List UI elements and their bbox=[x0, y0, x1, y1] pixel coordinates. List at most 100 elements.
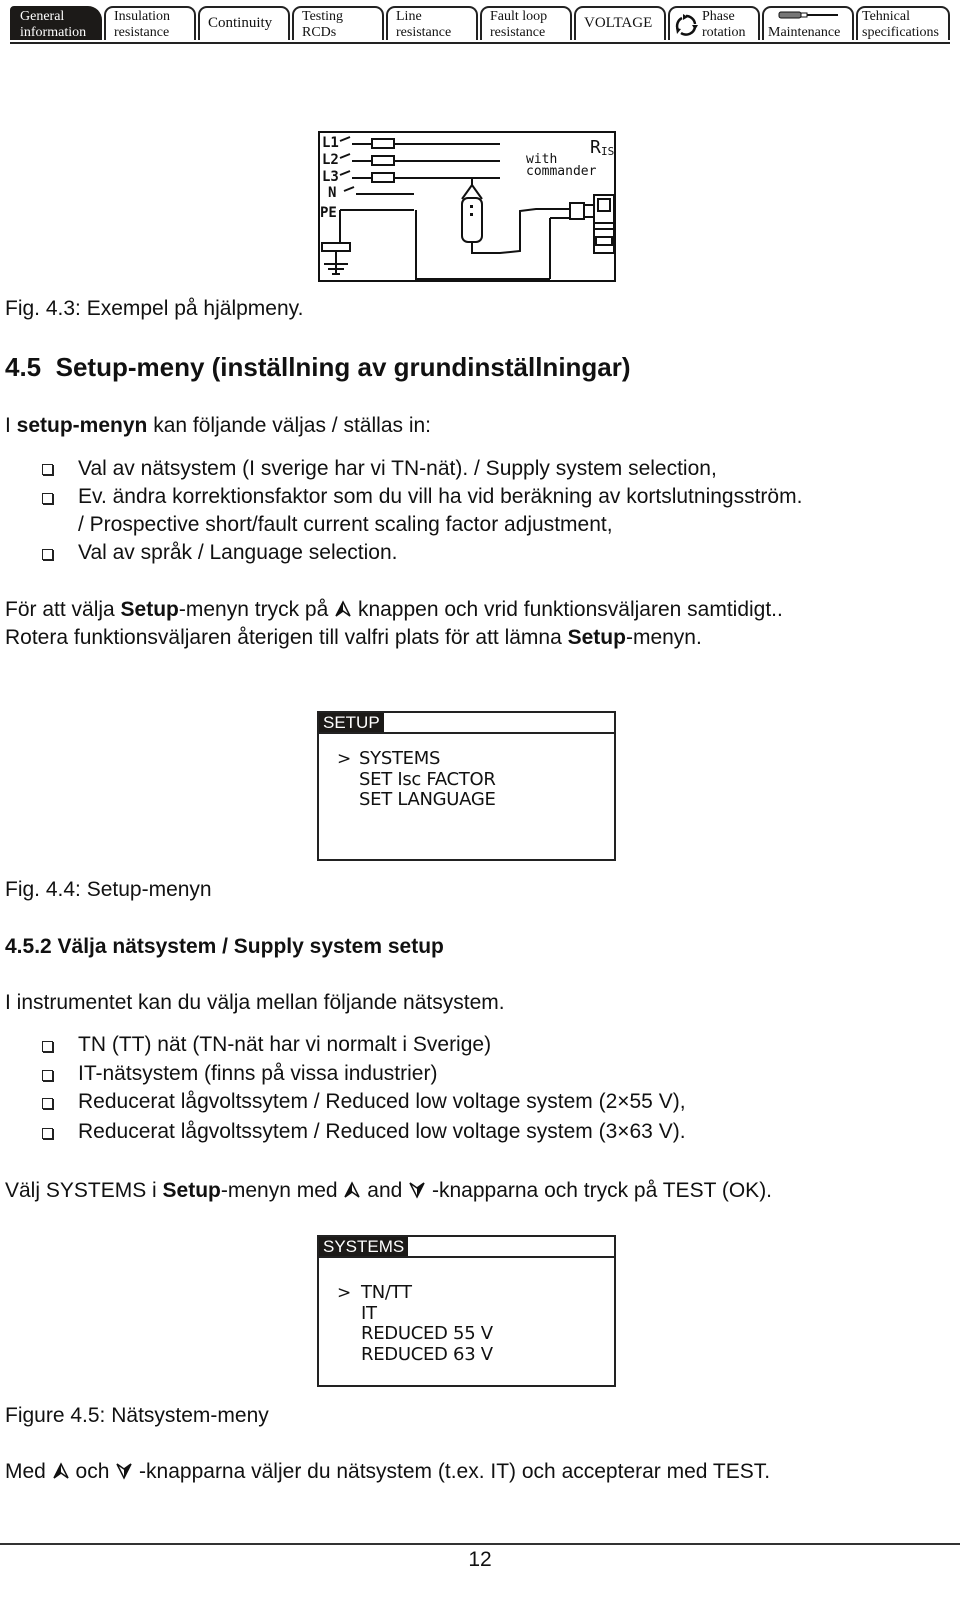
footer-divider bbox=[0, 1543, 960, 1545]
tab-maintenance[interactable]: Maintenance bbox=[762, 6, 854, 40]
figure-4-5-caption: Figure 4.5: Nätsystem-meny bbox=[5, 1404, 269, 1427]
tab-label: resistance bbox=[490, 25, 546, 40]
paragraph-text: För att välja bbox=[5, 598, 121, 621]
intro-text: I bbox=[5, 414, 17, 437]
menu-header: SETUP bbox=[319, 713, 614, 734]
paragraph-bold: Setup bbox=[567, 626, 626, 649]
screwdriver-icon bbox=[778, 11, 838, 19]
tab-testing-rcds[interactable]: Testing RCDs bbox=[292, 6, 384, 40]
label-riso-subscript: ISO bbox=[601, 145, 614, 158]
tab-label: Tehnical bbox=[862, 9, 910, 24]
chapter-tab-bar: General information Insulation resistanc… bbox=[10, 6, 950, 44]
down-arrow-button-icon bbox=[116, 1463, 132, 1480]
up-arrow-button-icon bbox=[344, 1181, 361, 1198]
paragraph-text: -menyn tryck på bbox=[178, 598, 335, 621]
bullet-item: TN (TT) nät (TN-nät har vi normalt i Sve… bbox=[78, 1033, 492, 1056]
tab-label: VOLTAGE bbox=[584, 15, 653, 31]
setup-menu-list: SYSTEMS SET Isc FACTOR SET LANGUAGE bbox=[337, 748, 496, 811]
paragraph-text: -knapparna väljer du nätsystem (t.ex. IT… bbox=[133, 1460, 771, 1483]
tab-label: General bbox=[20, 9, 65, 24]
checkbox-bullet-icon bbox=[42, 1070, 53, 1081]
tab-label: information bbox=[20, 25, 87, 40]
tab-label: RCDs bbox=[302, 25, 337, 40]
menu-item-set-isc-factor[interactable]: SET Isc FACTOR bbox=[337, 769, 496, 791]
bullet-item: IT-nätsystem (finns på vissa industrier) bbox=[78, 1062, 438, 1085]
section-number: 4.5 bbox=[5, 352, 42, 382]
paragraph-text: Med bbox=[5, 1460, 52, 1483]
tab-label: resistance bbox=[396, 25, 452, 40]
paragraph-text: Rotera funktionsväljaren återigen till v… bbox=[5, 626, 568, 649]
section-4-5-heading: 4.5 Setup-meny (inställning av grundinst… bbox=[5, 352, 631, 382]
tab-label: Testing bbox=[302, 9, 344, 24]
tab-voltage[interactable]: VOLTAGE bbox=[574, 6, 666, 40]
bullet-item-continuation: / Prospective short/fault current scalin… bbox=[78, 513, 613, 536]
paragraph-text: knappen och vrid funktionsväljaren samti… bbox=[357, 598, 783, 621]
section-4-5-2-heading: 4.5.2 Välja nätsystem / Supply system se… bbox=[5, 935, 444, 958]
systems-instruction-paragraph: Välj SYSTEMS i Setup-menyn med and -knap… bbox=[5, 1179, 772, 1203]
bullet-item: Ev. ändra korrektionsfaktor som du vill … bbox=[78, 485, 803, 508]
section-4-5-2-intro: I instrumentet kan du välja mellan följa… bbox=[5, 991, 505, 1014]
label-pe: PE bbox=[320, 205, 337, 221]
bullet-item: Reducerat lågvoltssytem / Reduced low vo… bbox=[78, 1120, 686, 1143]
paragraph-text: and bbox=[361, 1179, 409, 1202]
page-number: 12 bbox=[468, 1548, 492, 1571]
phase-rotation-icon bbox=[675, 14, 698, 36]
paragraph-text: -menyn. bbox=[625, 626, 702, 649]
tab-label: resistance bbox=[114, 25, 170, 40]
tab-insulation-resistance[interactable]: Insulation resistance bbox=[104, 6, 196, 40]
down-arrow-button-icon bbox=[409, 1182, 425, 1199]
paragraph-text: Välj SYSTEMS i bbox=[5, 1179, 163, 1202]
checkbox-bullet-icon bbox=[42, 493, 53, 504]
intro-text: kan följande väljas / ställas in: bbox=[147, 414, 432, 437]
tab-label: Continuity bbox=[208, 15, 273, 31]
up-arrow-button-icon bbox=[335, 600, 351, 617]
final-paragraph: Med och -knapparna väljer du nätsystem (… bbox=[5, 1460, 770, 1484]
menu-item-systems[interactable]: SYSTEMS bbox=[337, 748, 496, 770]
section-title: Setup-meny (inställning av grundinställn… bbox=[55, 352, 631, 382]
bullet-item: Val av nätsystem (I sverige har vi TN-nä… bbox=[78, 457, 717, 480]
label-l2: L2 bbox=[322, 152, 339, 168]
section-4-5-intro: I setup-menyn kan följande väljas / stäl… bbox=[5, 414, 431, 438]
up-arrow-button-icon bbox=[53, 1462, 69, 1479]
tab-label: Maintenance bbox=[768, 25, 841, 40]
paragraph-bold: Setup bbox=[120, 598, 179, 621]
paragraph-text: -menyn med bbox=[220, 1179, 344, 1202]
menu-item-reduced-63v[interactable]: REDUCED 63 V bbox=[339, 1344, 493, 1366]
tab-label: Phase bbox=[702, 9, 735, 24]
menu-header: SYSTEMS bbox=[319, 1237, 614, 1258]
bullet-item: Val av språk / Language selection. bbox=[78, 541, 398, 564]
menu-item-reduced-55v[interactable]: REDUCED 55 V bbox=[339, 1323, 493, 1345]
tab-label: Line bbox=[396, 9, 422, 24]
checkbox-bullet-icon bbox=[42, 1041, 53, 1052]
label-n: N bbox=[328, 185, 336, 201]
checkbox-bullet-icon bbox=[42, 1098, 53, 1109]
checkbox-bullet-icon bbox=[42, 464, 53, 475]
tab-technical-specifications[interactable]: Tehnical specifications bbox=[856, 6, 950, 40]
tab-line-resistance[interactable]: Line resistance bbox=[386, 6, 478, 40]
paragraph-text: -knapparna och tryck på TEST (OK). bbox=[426, 1179, 773, 1202]
menu-item-tn-tt[interactable]: TN/TT bbox=[339, 1282, 493, 1304]
menu-item-set-language[interactable]: SET LANGUAGE bbox=[337, 789, 496, 811]
setup-instruction-paragraph: För att välja Setup-menyn tryck på knapp… bbox=[5, 598, 783, 622]
tab-continuity[interactable]: Continuity bbox=[198, 6, 290, 40]
figure-4-4-caption: Fig. 4.4: Setup-menyn bbox=[5, 878, 212, 901]
menu-title: SYSTEMS bbox=[319, 1237, 409, 1256]
label-commander: commander bbox=[526, 164, 597, 179]
tab-general-information[interactable]: General information bbox=[10, 6, 102, 40]
checkbox-bullet-icon bbox=[42, 1128, 53, 1139]
menu-item-it[interactable]: IT bbox=[339, 1303, 493, 1325]
wiring-diagram: L1 L2 L3 N PE R ISO with commander bbox=[320, 135, 614, 280]
label-l3: L3 bbox=[322, 169, 339, 185]
figure-4-3-help-screen: L1 L2 L3 N PE R ISO with commander bbox=[318, 131, 616, 282]
tab-label: Fault loop bbox=[490, 9, 548, 24]
systems-menu-screen: SYSTEMS > TN/TT IT REDUCED 55 V REDUCED … bbox=[317, 1235, 616, 1387]
figure-4-3-caption: Fig. 4.3: Exempel på hjälpmeny. bbox=[5, 297, 304, 320]
tab-label: rotation bbox=[702, 25, 746, 40]
tab-fault-loop-resistance[interactable]: Fault loop resistance bbox=[480, 6, 572, 40]
bullet-item: Reducerat lågvoltssytem / Reduced low vo… bbox=[78, 1090, 686, 1113]
setup-exit-paragraph: Rotera funktionsväljaren återigen till v… bbox=[5, 626, 702, 650]
tab-label: Insulation bbox=[114, 9, 170, 24]
intro-bold: setup-menyn bbox=[16, 414, 148, 437]
label-l1: L1 bbox=[322, 135, 339, 151]
tab-phase-rotation[interactable]: Phase rotation bbox=[668, 6, 760, 40]
